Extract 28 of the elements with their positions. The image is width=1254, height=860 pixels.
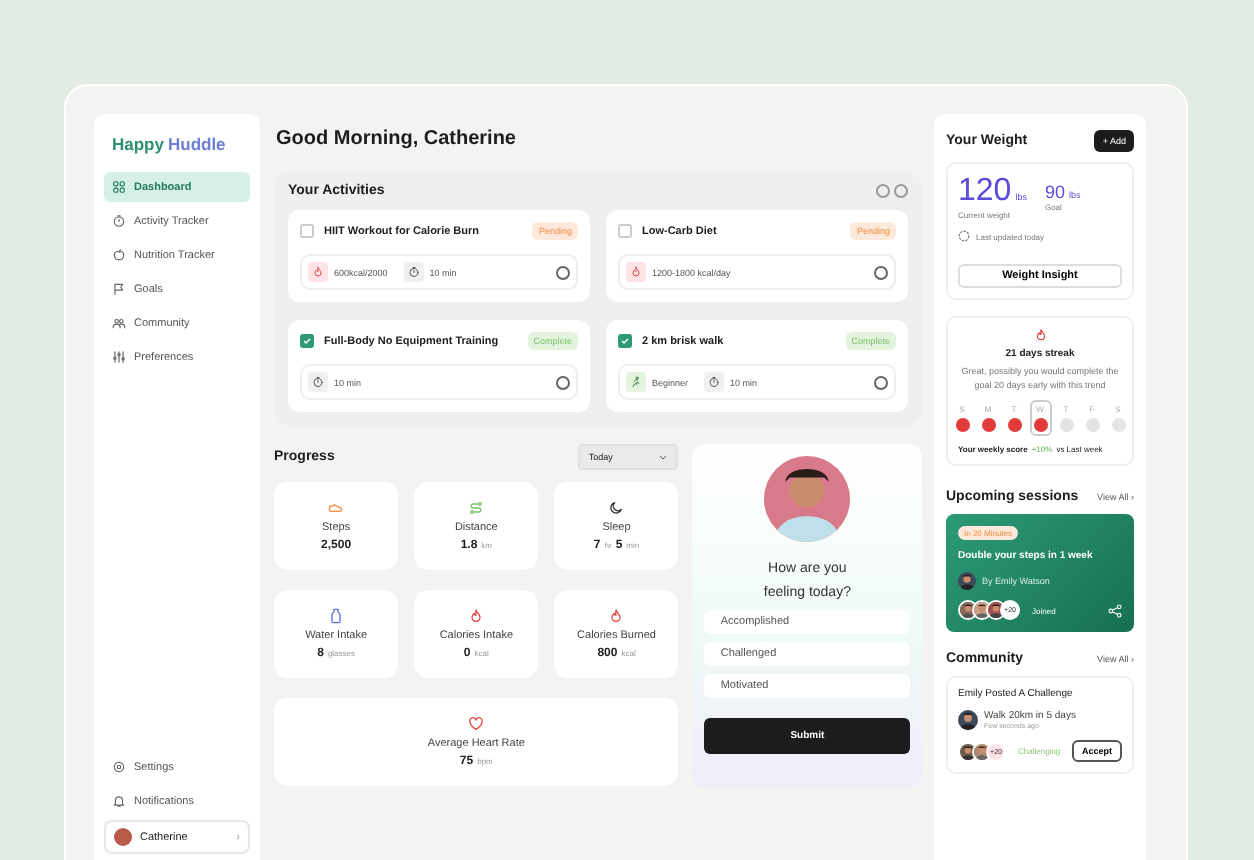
flag-icon (112, 282, 126, 296)
grid-icon (112, 180, 126, 194)
flame-icon (608, 608, 625, 624)
moon-icon (608, 500, 625, 516)
sliders-icon (112, 350, 126, 364)
bottle-icon (328, 608, 345, 624)
checkbox[interactable] (618, 224, 632, 238)
greeting: Good Morning, Catherine (276, 128, 518, 150)
heart-icon (468, 716, 485, 732)
shoe-icon (328, 500, 345, 516)
goal-value: 90 (1044, 182, 1065, 202)
flame-icon (468, 608, 485, 624)
avatar (114, 828, 132, 846)
settings-icon (112, 760, 126, 774)
refresh-icon (958, 230, 970, 242)
brand-word: Happy (112, 134, 164, 154)
apple-icon (112, 248, 126, 262)
people-icon (112, 316, 126, 330)
share-icon[interactable] (1108, 603, 1122, 617)
checkbox[interactable] (618, 334, 632, 348)
route-icon (468, 500, 485, 516)
checkbox[interactable] (300, 224, 314, 238)
stopwatch-icon (112, 214, 126, 228)
checkbox[interactable] (300, 334, 314, 348)
weight-value: 120 (958, 174, 1012, 210)
bell-icon (112, 794, 126, 808)
brand-word: Huddle (167, 134, 226, 154)
flame-icon (1033, 328, 1047, 342)
